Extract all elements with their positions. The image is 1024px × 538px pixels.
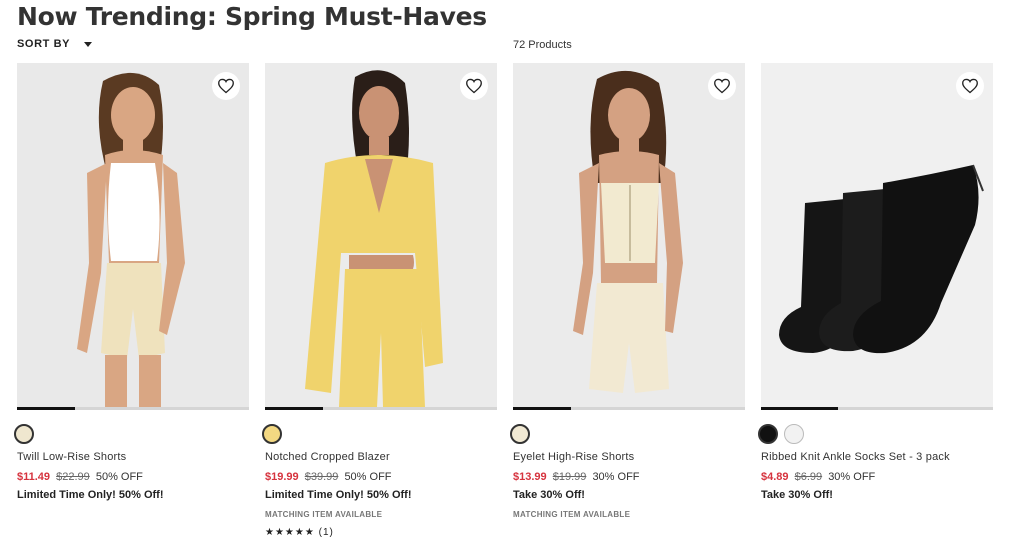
price-row: $11.49 $22.99 50% OFF <box>17 471 249 483</box>
product-name[interactable]: Ribbed Knit Ankle Socks Set - 3 pack <box>761 451 993 463</box>
sale-price: $13.99 <box>513 471 547 483</box>
product-image[interactable] <box>513 63 745 407</box>
heart-outline-icon <box>714 78 730 94</box>
socks-photo <box>761 63 993 407</box>
promo-text: Take 30% Off! <box>513 489 585 501</box>
page-title: Now Trending: Spring Must-Haves <box>17 2 487 31</box>
promo-text: Limited Time Only! 50% Off! <box>265 489 412 501</box>
product-image[interactable] <box>265 63 497 407</box>
price-row: $4.89 $6.99 30% OFF <box>761 471 993 483</box>
original-price: $22.99 <box>56 471 90 483</box>
product-card[interactable]: Eyelet High-Rise Shorts $13.99 $19.99 30… <box>510 63 745 519</box>
sort-by-label: SORT BY <box>17 38 71 50</box>
product-name[interactable]: Eyelet High-Rise Shorts <box>513 451 745 463</box>
image-carousel-progress <box>513 407 745 410</box>
discount-label: 30% OFF <box>592 471 640 483</box>
original-price: $39.99 <box>304 471 339 483</box>
favorite-button[interactable] <box>460 72 488 100</box>
matching-item-label[interactable]: MATCHING ITEM AVAILABLE <box>265 510 497 519</box>
promo-text: Limited Time Only! 50% Off! <box>17 489 164 501</box>
discount-label: 50% OFF <box>95 471 143 483</box>
caret-down-icon <box>84 41 93 47</box>
discount-label: 30% OFF <box>828 471 876 483</box>
color-swatch[interactable] <box>14 424 34 444</box>
color-swatch[interactable] <box>510 424 530 444</box>
product-card[interactable]: Ribbed Knit Ankle Socks Set - 3 pack $4.… <box>758 63 993 501</box>
heart-outline-icon <box>466 78 482 94</box>
sale-price: $4.89 <box>761 471 789 483</box>
favorite-button[interactable] <box>212 72 240 100</box>
color-swatch[interactable] <box>784 424 804 444</box>
product-card[interactable]: Twill Low-Rise Shorts $11.49 $22.99 50% … <box>14 63 249 501</box>
image-carousel-progress <box>265 407 497 410</box>
product-count: 72 Products <box>513 39 572 51</box>
product-image[interactable] <box>17 63 249 407</box>
price-row: $13.99 $19.99 30% OFF <box>513 471 745 483</box>
product-name[interactable]: Notched Cropped Blazer <box>265 451 497 463</box>
promo-text: Take 30% Off! <box>761 489 833 501</box>
favorite-button[interactable] <box>956 72 984 100</box>
product-card[interactable]: Notched Cropped Blazer $19.99 $39.99 50%… <box>262 63 497 538</box>
price-row: $19.99 $39.99 50% OFF <box>265 471 497 483</box>
product-name[interactable]: Twill Low-Rise Shorts <box>17 451 249 463</box>
color-swatch[interactable] <box>758 424 778 444</box>
discount-label: 50% OFF <box>344 471 392 483</box>
image-carousel-progress <box>761 407 993 410</box>
sale-price: $19.99 <box>265 471 299 483</box>
image-carousel-progress <box>17 407 249 410</box>
color-swatch[interactable] <box>262 424 282 444</box>
model-photo <box>513 63 745 407</box>
original-price: $19.99 <box>552 471 587 483</box>
product-image[interactable] <box>761 63 993 407</box>
original-price: $6.99 <box>794 471 823 483</box>
heart-outline-icon <box>218 78 234 94</box>
model-photo <box>17 63 249 407</box>
sort-by-dropdown[interactable]: SORT BY <box>17 38 93 50</box>
heart-outline-icon <box>962 78 978 94</box>
sale-price: $11.49 <box>17 471 51 483</box>
matching-item-label[interactable]: MATCHING ITEM AVAILABLE <box>513 510 745 519</box>
favorite-button[interactable] <box>708 72 736 100</box>
model-photo <box>265 63 497 407</box>
